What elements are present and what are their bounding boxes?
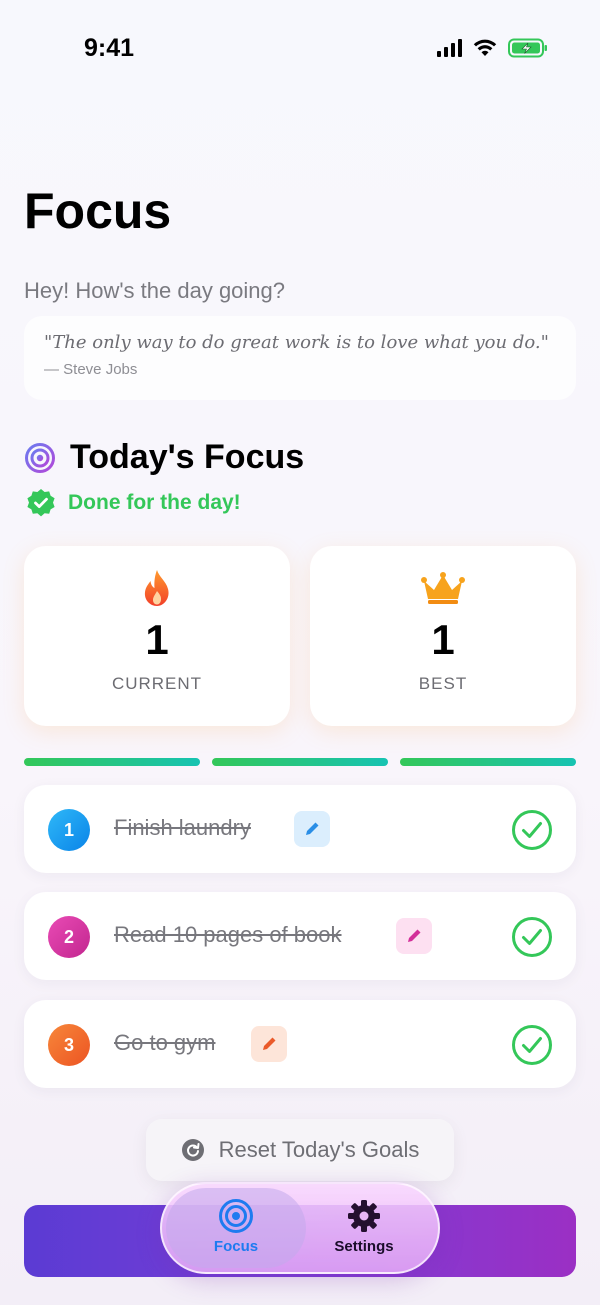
goal-text: Finish laundry [114, 815, 251, 840]
pencil-icon [306, 822, 319, 835]
tab-focus[interactable]: Focus [166, 1198, 306, 1255]
progress-segment-2 [212, 758, 388, 766]
checkmark-circle-icon [512, 1025, 552, 1065]
goal-row-1[interactable]: 1 Finish laundry [24, 785, 576, 873]
checkmark-circle-icon [512, 917, 552, 957]
verified-badge-icon [27, 489, 55, 517]
goal-row-3[interactable]: 3 Go to gym [24, 1000, 576, 1088]
quote-card: "The only way to do great work is to lov… [24, 316, 576, 400]
goal-row-2[interactable]: 2 Read 10 pages of book [24, 892, 576, 980]
section-title: Today's Focus [70, 438, 305, 476]
battery-charging-icon [508, 38, 547, 58]
flame-icon [142, 568, 172, 608]
best-streak-value: 1 [431, 616, 455, 663]
current-streak-label: CURRENT [111, 674, 203, 693]
complete-goal-button[interactable] [512, 810, 552, 855]
page-title: Focus [24, 183, 172, 239]
checkmark-circle-icon [512, 810, 552, 850]
current-streak-value: 1 [145, 616, 169, 663]
reset-icon [181, 1139, 204, 1161]
reset-goals-button[interactable]: Reset Today's Goals [146, 1119, 454, 1181]
goal-number-badge: 2 [48, 916, 90, 958]
progress-segment-1 [24, 758, 200, 766]
quote-text: "The only way to do great work is to lov… [44, 332, 549, 353]
done-status: Done for the day! [26, 488, 241, 518]
gear-icon [348, 1200, 380, 1232]
edit-goal-button[interactable] [251, 1026, 287, 1062]
quote-author: — Steve Jobs [44, 361, 138, 378]
target-icon [219, 1199, 253, 1233]
tab-label: Settings [334, 1238, 394, 1255]
progress-segment-3 [400, 758, 576, 766]
status-time: 9:41 [84, 34, 135, 62]
tab-label: Focus [213, 1238, 259, 1255]
status-icons [437, 38, 548, 58]
reset-button-label: Reset Today's Goals [218, 1137, 420, 1162]
goal-number-badge: 3 [48, 1024, 90, 1066]
wifi-icon [473, 39, 497, 56]
pencil-icon [408, 929, 421, 942]
complete-goal-button[interactable] [512, 1025, 552, 1070]
todays-focus-header: Today's Focus [24, 438, 304, 477]
pencil-icon [263, 1037, 276, 1050]
best-streak-card: 1 BEST [310, 546, 576, 726]
status-bar: 9:41 [0, 0, 600, 100]
done-text: Done for the day! [68, 491, 241, 514]
cellular-signal-icon [437, 39, 462, 57]
best-streak-label: BEST [418, 674, 468, 693]
current-streak-card: 1 CURRENT [24, 546, 290, 726]
target-icon [25, 442, 55, 473]
goal-number-badge: 1 [48, 809, 90, 851]
tab-settings[interactable]: Settings [294, 1198, 434, 1255]
edit-goal-button[interactable] [396, 918, 432, 954]
tab-bar: Focus Settings [160, 1182, 440, 1274]
edit-goal-button[interactable] [294, 811, 330, 847]
complete-goal-button[interactable] [512, 917, 552, 962]
goal-text: Go to gym [114, 1030, 216, 1055]
crown-icon [421, 568, 465, 608]
goal-text: Read 10 pages of book [114, 922, 342, 947]
greeting-text: Hey! How's the day going? [24, 278, 286, 303]
